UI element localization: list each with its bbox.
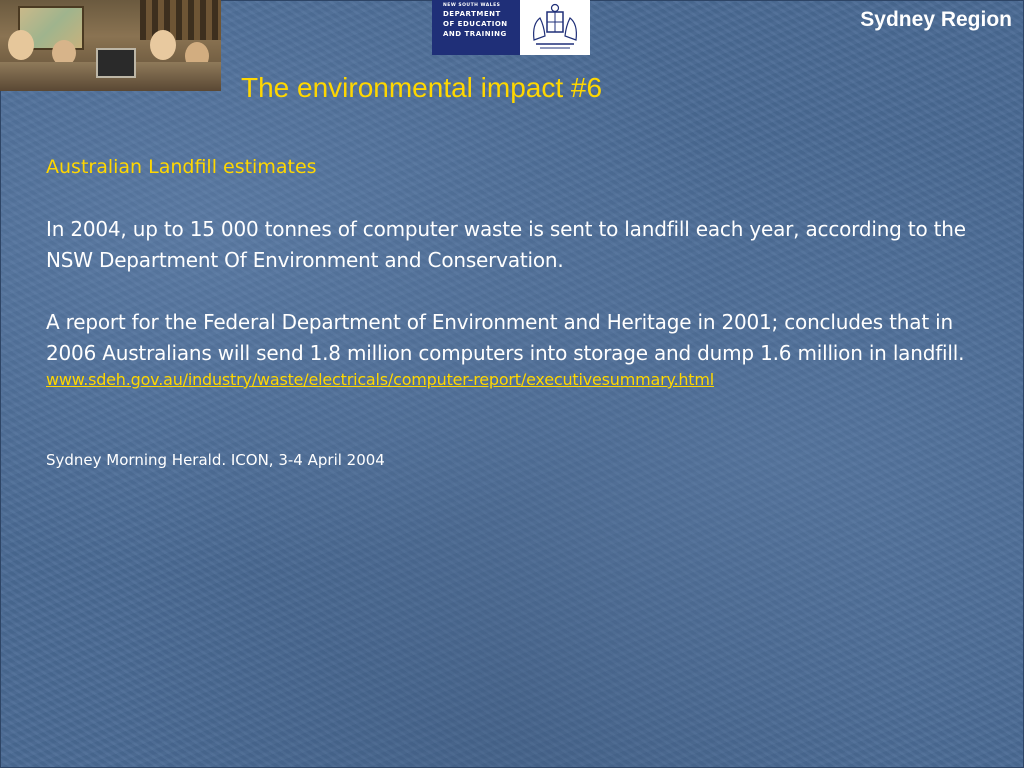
slide-content: Australian Landfill estimates In 2004, u… xyxy=(46,156,1006,469)
slide: { "header": { "region": "Sydney Region",… xyxy=(0,0,1024,768)
logo-line: DEPARTMENT xyxy=(443,10,501,18)
paragraph-landfill: In 2004, up to 15 000 tonnes of computer… xyxy=(46,217,966,272)
paragraph-report: A report for the Federal Department of E… xyxy=(46,310,965,365)
logo-line: NEW SOUTH WALES xyxy=(443,3,501,8)
photo-student xyxy=(150,30,176,60)
photo-bookshelf xyxy=(140,0,221,40)
department-logo: NEW SOUTH WALES DEPARTMENT OF EDUCATION … xyxy=(432,0,590,55)
logo-text-block: NEW SOUTH WALES DEPARTMENT OF EDUCATION … xyxy=(432,0,520,55)
logo-line: AND TRAINING xyxy=(443,30,507,38)
logo-line: OF EDUCATION xyxy=(443,20,508,28)
photo-student xyxy=(8,30,34,60)
classroom-photo xyxy=(0,0,221,91)
region-label: Sydney Region xyxy=(860,8,1012,31)
photo-computer xyxy=(96,48,136,78)
subheading: Australian Landfill estimates xyxy=(46,156,317,178)
slide-title: The environmental impact #6 xyxy=(241,72,603,103)
report-link[interactable]: www.sdeh.gov.au/industry/waste/electrica… xyxy=(46,369,714,391)
coat-of-arms-icon xyxy=(533,3,577,49)
citation: Sydney Morning Herald. ICON, 3-4 April 2… xyxy=(46,451,385,469)
